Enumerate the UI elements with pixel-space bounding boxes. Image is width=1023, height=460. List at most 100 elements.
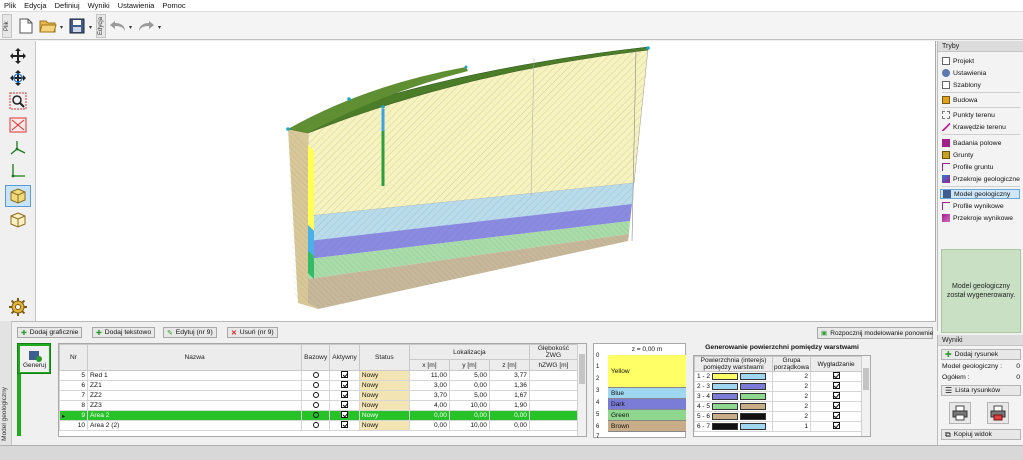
drawing-list-button[interactable]: ☰ Lista rysunków <box>941 385 1021 396</box>
view-tools-bar <box>0 41 36 321</box>
mode-project[interactable]: Projekt <box>942 56 974 66</box>
legend-depth-ruler: 0 1 2 3 4 5 6 7 <box>596 353 600 440</box>
menu-file[interactable]: Plik <box>4 1 16 10</box>
table-row[interactable]: 5 - 6 2 <box>694 411 862 422</box>
view-3d-solid-button[interactable] <box>5 185 31 207</box>
copy-view-button[interactable]: ⧉ Kopiuj widok <box>941 429 1021 440</box>
mode-construction[interactable]: Budowa <box>942 95 978 105</box>
view-3d-wire-button[interactable] <box>5 209 31 231</box>
axes-2d-button[interactable] <box>5 160 31 182</box>
legend-layer-brown: Brown <box>608 421 686 432</box>
surfaces-scrollbar[interactable] <box>861 356 870 436</box>
geological-points-table: Nr Nazwa Bazowy Aktywny Status Lokalizac… <box>58 343 587 437</box>
side-tab-geological-model[interactable]: Model geologiczny <box>0 321 12 445</box>
mode-templates[interactable]: Szablony <box>942 80 981 90</box>
table-row-selected[interactable]: ▸ 9 Area 2 Nowy 0,00 0,00 0,00 <box>59 410 579 421</box>
print-button[interactable] <box>949 402 971 424</box>
redo-dropdown-caret-icon[interactable]: ▾ <box>158 24 161 31</box>
smoothing-checkbox[interactable] <box>832 372 840 379</box>
table-row[interactable]: 4 - 5 2 <box>694 401 862 412</box>
save-dropdown-caret-icon[interactable]: ▾ <box>89 24 92 31</box>
add-drawing-button[interactable]: ✚ Dodaj rysunek <box>941 349 1021 360</box>
table-row[interactable]: 1 - 2 2 <box>694 371 862 382</box>
generate-button[interactable]: Generuj <box>17 343 51 374</box>
save-disk-icon <box>69 18 85 34</box>
generate-indicator-bar <box>17 374 21 436</box>
undo-dropdown-caret-icon[interactable]: ▾ <box>129 24 132 31</box>
base-radio[interactable] <box>312 421 319 428</box>
table-row[interactable]: 10 Area 2 (2) Nowy 0,00 10,00 0,00 <box>59 420 579 431</box>
cube-wire-icon <box>10 212 26 228</box>
table-row[interactable]: 6 ZZ1 Nowy 3,00 0,00 1,36 <box>59 380 579 391</box>
redo-button[interactable] <box>136 16 156 36</box>
active-checkbox[interactable] <box>341 381 349 388</box>
add-textually-button[interactable]: ✚ Dodaj tekstowo <box>92 327 156 338</box>
undo-button[interactable] <box>108 16 128 36</box>
view-settings-button[interactable] <box>5 296 31 318</box>
save-file-button[interactable] <box>67 16 87 36</box>
toolbar-tab-edit[interactable]: Edycja <box>96 14 106 38</box>
menu-help[interactable]: Pomoc <box>162 1 185 10</box>
mode-result-profiles[interactable]: Profile wynikowe <box>942 201 1004 211</box>
gear-icon <box>9 298 27 316</box>
add-text-icon: ✚ <box>96 329 102 337</box>
smoothing-checkbox[interactable] <box>832 392 840 399</box>
base-radio[interactable] <box>312 401 319 408</box>
surfaces-table: Powierzchnia (interejs) pomiędzy warstwa… <box>693 355 871 437</box>
soil-profile-icon <box>942 163 950 171</box>
active-checkbox[interactable] <box>341 391 349 398</box>
table-row[interactable]: 7 ZZ2 Nowy 3,70 5,00 1,67 <box>59 390 579 401</box>
table-row[interactable]: 6 - 7 1 <box>694 421 862 432</box>
edit-row-button[interactable]: ✎ Edytuj (nr 9) <box>163 327 217 338</box>
smoothing-checkbox[interactable] <box>832 422 840 429</box>
zoom-extents-button[interactable] <box>5 114 31 136</box>
restart-modeling-button[interactable]: ▣ Rozpocznij modelowanie ponownie <box>817 327 933 339</box>
delete-row-button[interactable]: ✕ Usuń (nr 9) <box>227 327 278 338</box>
menu-settings[interactable]: Ustawienia <box>118 1 155 10</box>
toolbar-tab-file[interactable]: Plik <box>2 14 12 38</box>
mode-settings[interactable]: Ustawienia <box>942 68 986 78</box>
table-scrollbar[interactable] <box>577 344 586 436</box>
mode-geological-model[interactable]: Model geologiczny <box>940 189 1020 199</box>
base-radio[interactable] <box>312 391 319 398</box>
col-location: Lokalizacja <box>408 344 530 360</box>
base-radio[interactable] <box>312 371 319 378</box>
mode-soil-profiles[interactable]: Profile gruntu <box>942 162 993 172</box>
rotate-view-button[interactable] <box>5 67 31 89</box>
table-row[interactable]: 5 Red 1 Nowy 11,00 5,00 3,77 <box>59 370 579 381</box>
base-radio[interactable] <box>312 381 319 388</box>
mode-terrain-points[interactable]: Punkty terenu <box>942 110 995 120</box>
menu-edit[interactable]: Edycja <box>24 1 47 10</box>
add-graphically-button[interactable]: ✚ Dodaj graficznie <box>17 327 83 338</box>
open-file-button[interactable] <box>38 16 58 36</box>
smoothing-checkbox[interactable] <box>832 412 840 419</box>
smoothing-checkbox[interactable] <box>832 382 840 389</box>
terrain-edges-icon <box>942 123 950 131</box>
active-checkbox[interactable] <box>341 411 349 418</box>
zoom-view-button[interactable] <box>5 90 31 112</box>
table-row[interactable]: 2 - 3 2 <box>694 381 862 392</box>
geological-model-3d-view[interactable] <box>36 41 936 321</box>
pan-view-button[interactable] <box>5 45 31 67</box>
mode-result-sections[interactable]: Przekroje wynikowe <box>942 213 1013 223</box>
menu-define[interactable]: Definiuj <box>55 1 80 10</box>
table-row[interactable]: 8 ZZ3 Nowy 4,00 10,00 1,90 <box>59 400 579 411</box>
add-drawing-icon: ✚ <box>945 350 952 359</box>
active-checkbox[interactable] <box>341 401 349 408</box>
mode-geo-sections[interactable]: Przekroje geologiczne <box>942 174 1020 184</box>
smoothing-checkbox[interactable] <box>832 402 840 409</box>
open-dropdown-caret-icon[interactable]: ▾ <box>60 24 63 31</box>
menu-results[interactable]: Wyniki <box>88 1 110 10</box>
edit-pencil-icon: ✎ <box>167 329 173 337</box>
axes-3d-button[interactable] <box>5 137 31 159</box>
table-row[interactable]: 3 - 4 2 <box>694 391 862 402</box>
active-checkbox[interactable] <box>341 371 349 378</box>
mode-terrain-edges[interactable]: Krawędzie terenu <box>942 122 1006 132</box>
active-checkbox[interactable] <box>341 421 349 428</box>
folder-open-icon <box>39 20 57 33</box>
new-file-button[interactable] <box>16 16 36 36</box>
print-pdf-button[interactable] <box>987 402 1009 424</box>
mode-soils[interactable]: Grunty <box>942 150 973 160</box>
mode-field-tests[interactable]: Badania polowe <box>942 138 1001 148</box>
base-radio[interactable] <box>312 411 319 418</box>
